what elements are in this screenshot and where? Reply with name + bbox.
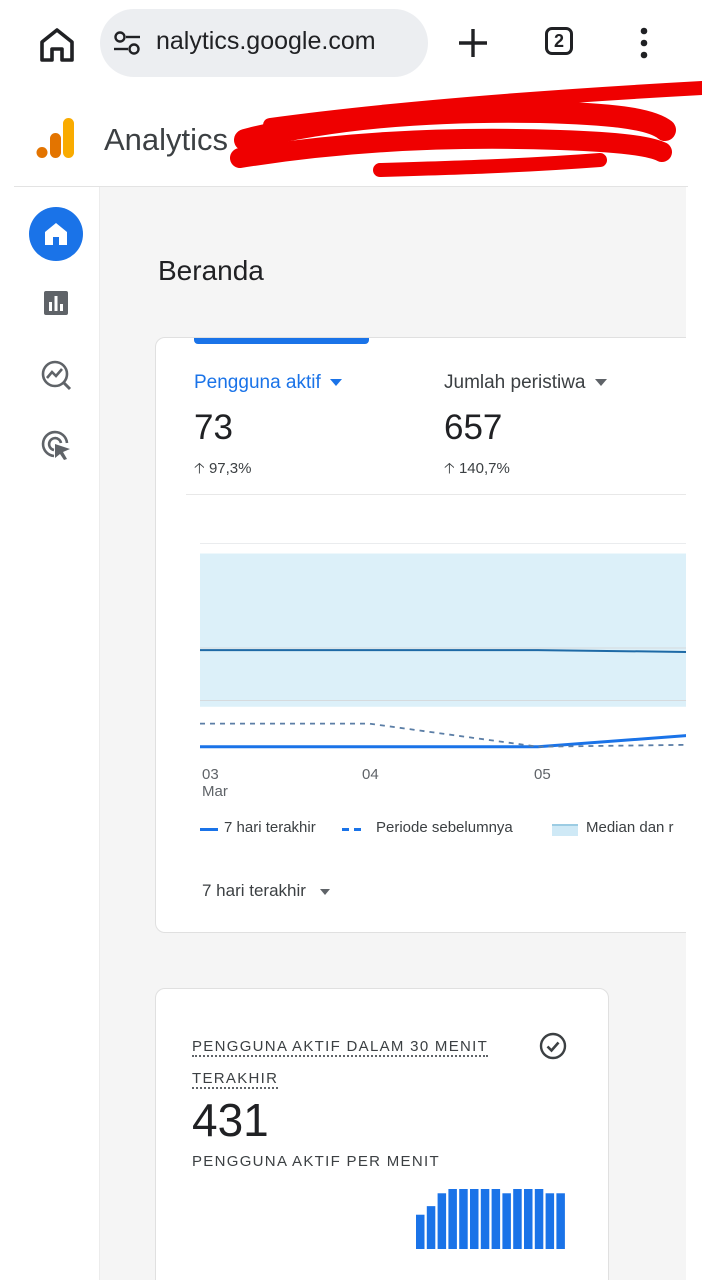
per-minute-bar [534, 1189, 544, 1249]
per-minute-bar [480, 1189, 490, 1249]
x-tick-label: 04 [362, 766, 379, 783]
arrow-up-icon: 🡡 [194, 460, 205, 477]
url-text[interactable]: nalytics.google.com [156, 27, 422, 56]
app-title[interactable]: Analytics [104, 122, 228, 158]
arrow-up-icon: 🡡 [444, 460, 455, 477]
nav-home[interactable] [14, 206, 99, 262]
realtime-title[interactable]: PENGGUNA AKTIF DALAM 30 MENIT TERAKHIR [192, 1031, 512, 1095]
x-tick-label: 03 Mar [202, 766, 228, 800]
metric-change: 🡡 97,3% [194, 460, 252, 477]
date-range-dropdown[interactable]: 7 hari terakhir [202, 881, 330, 901]
check-circle-icon[interactable] [537, 1030, 569, 1062]
per-minute-bar [437, 1193, 447, 1249]
new-tab-icon[interactable] [455, 25, 491, 61]
left-navigation-rail [14, 187, 100, 1280]
page-title: Beranda [158, 255, 264, 286]
metric-label[interactable]: Jumlah peristiwa [444, 372, 607, 394]
metric-label[interactable]: Pengguna aktif [194, 372, 342, 394]
analytics-logo[interactable] [36, 116, 76, 160]
metric-change: 🡡 140,7% [444, 460, 510, 477]
dropdown-caret-icon [329, 379, 342, 387]
per-minute-bar [513, 1189, 522, 1249]
browser-toolbar: nalytics.google.com 2 [0, 0, 702, 92]
per-minute-bar [416, 1214, 425, 1249]
nav-reports[interactable] [14, 276, 99, 332]
per-minute-bar [459, 1189, 468, 1249]
reports-icon [44, 291, 68, 315]
per-minute-bar [491, 1189, 501, 1249]
chart-legend: 7 hari terakhir Periode sebelumnya Media… [200, 819, 686, 841]
nav-explore[interactable] [14, 347, 99, 403]
legend-swatch-dashed [342, 828, 364, 831]
legend-item: Median dan r [586, 819, 674, 836]
metric-tab-event-count[interactable]: Jumlah peristiwa 657 🡡 140,7% [444, 372, 607, 483]
series-line-previous-period [200, 722, 686, 748]
realtime-value: 431 [192, 1094, 269, 1146]
dropdown-caret-icon [594, 379, 607, 387]
series-line-last-7-days [200, 734, 686, 749]
per-minute-bar [426, 1206, 436, 1249]
home-icon[interactable] [36, 24, 78, 66]
overview-card: Pengguna aktif 73 🡡 97,3% Jumlah peristi… [155, 337, 686, 933]
legend-item: Periode sebelumnya [376, 819, 513, 836]
site-settings-icon[interactable] [112, 29, 142, 57]
metric-value: 657 [444, 408, 503, 447]
more-menu-icon[interactable] [634, 26, 654, 62]
realtime-card: PENGGUNA AKTIF DALAM 30 MENIT TERAKHIR 43… [155, 988, 609, 1280]
legend-swatch-band [552, 824, 578, 836]
tab-switcher-button[interactable]: 2 [545, 27, 573, 55]
selected-tab-indicator [194, 338, 369, 344]
metric-value: 73 [194, 408, 233, 447]
x-tick-label: 05 [534, 766, 551, 783]
metric-tab-active-users[interactable]: Pengguna aktif 73 🡡 97,3% [194, 372, 342, 483]
legend-swatch-solid [200, 828, 218, 831]
per-minute-bar [524, 1189, 533, 1249]
app-header: Analytics [14, 92, 688, 187]
per-minute-bar [556, 1193, 565, 1249]
main-content: Beranda Pengguna aktif 73 🡡 97,3% Jumlah… [100, 187, 686, 1280]
address-bar[interactable]: nalytics.google.com [100, 9, 428, 77]
median-range-band [200, 553, 686, 707]
home-icon [45, 223, 67, 245]
per-minute-bar-chart [416, 1189, 565, 1249]
per-minute-bar [448, 1189, 457, 1249]
dropdown-caret-icon [319, 888, 330, 895]
per-minute-bar [470, 1189, 479, 1249]
line-chart [200, 543, 686, 749]
advertising-icon [41, 430, 70, 460]
legend-item: 7 hari terakhir [224, 819, 316, 836]
per-minute-bar [502, 1193, 511, 1249]
per-minute-bar [545, 1193, 555, 1249]
divider [186, 494, 686, 495]
realtime-subtitle: PENGGUNA AKTIF PER MENIT [192, 1153, 440, 1170]
nav-advertising[interactable] [14, 417, 99, 473]
explore-icon [41, 360, 72, 391]
